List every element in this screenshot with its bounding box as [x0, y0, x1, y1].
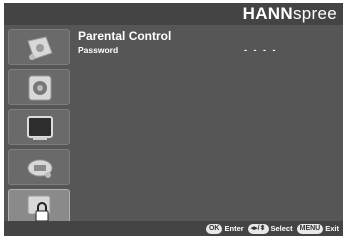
brand-logo-bold: HANN	[242, 4, 293, 23]
content-panel: Parental Control Password - - - -	[78, 29, 338, 215]
password-field[interactable]: - - - -	[244, 45, 278, 55]
sidebar-item-parental-control[interactable]	[8, 189, 70, 225]
page-title: Parental Control	[78, 29, 172, 43]
select-hint: Select	[270, 224, 293, 233]
nav-key: ◂▸/⬍	[247, 223, 269, 234]
screen-icon	[27, 116, 53, 140]
osd-menu: HANNspree Parental Control Password - - …	[4, 3, 343, 236]
parental-lock-icon	[27, 195, 51, 222]
top-bar: HANNspree	[4, 3, 343, 25]
sidebar-item-screen[interactable]	[8, 109, 70, 145]
sidebar-item-audio[interactable]	[8, 69, 70, 105]
audio-icon	[28, 75, 52, 101]
sidebar	[4, 25, 72, 225]
key-hints: OK Enter ◂▸/⬍ Select MENU Exit	[205, 223, 341, 234]
bottom-bar: OK Enter ◂▸/⬍ Select MENU Exit	[4, 221, 343, 236]
sidebar-item-setup[interactable]	[8, 149, 70, 185]
enter-hint: Enter	[224, 224, 244, 233]
password-label: Password	[78, 45, 119, 55]
sidebar-item-picture[interactable]	[8, 29, 70, 65]
brand-logo: HANNspree	[243, 4, 337, 24]
ok-key: OK	[205, 223, 223, 234]
picture-icon	[27, 36, 53, 60]
setup-icon	[27, 159, 53, 178]
brand-logo-light: spree	[292, 4, 337, 23]
exit-hint: Exit	[325, 224, 339, 233]
menu-key: MENU	[296, 223, 324, 234]
